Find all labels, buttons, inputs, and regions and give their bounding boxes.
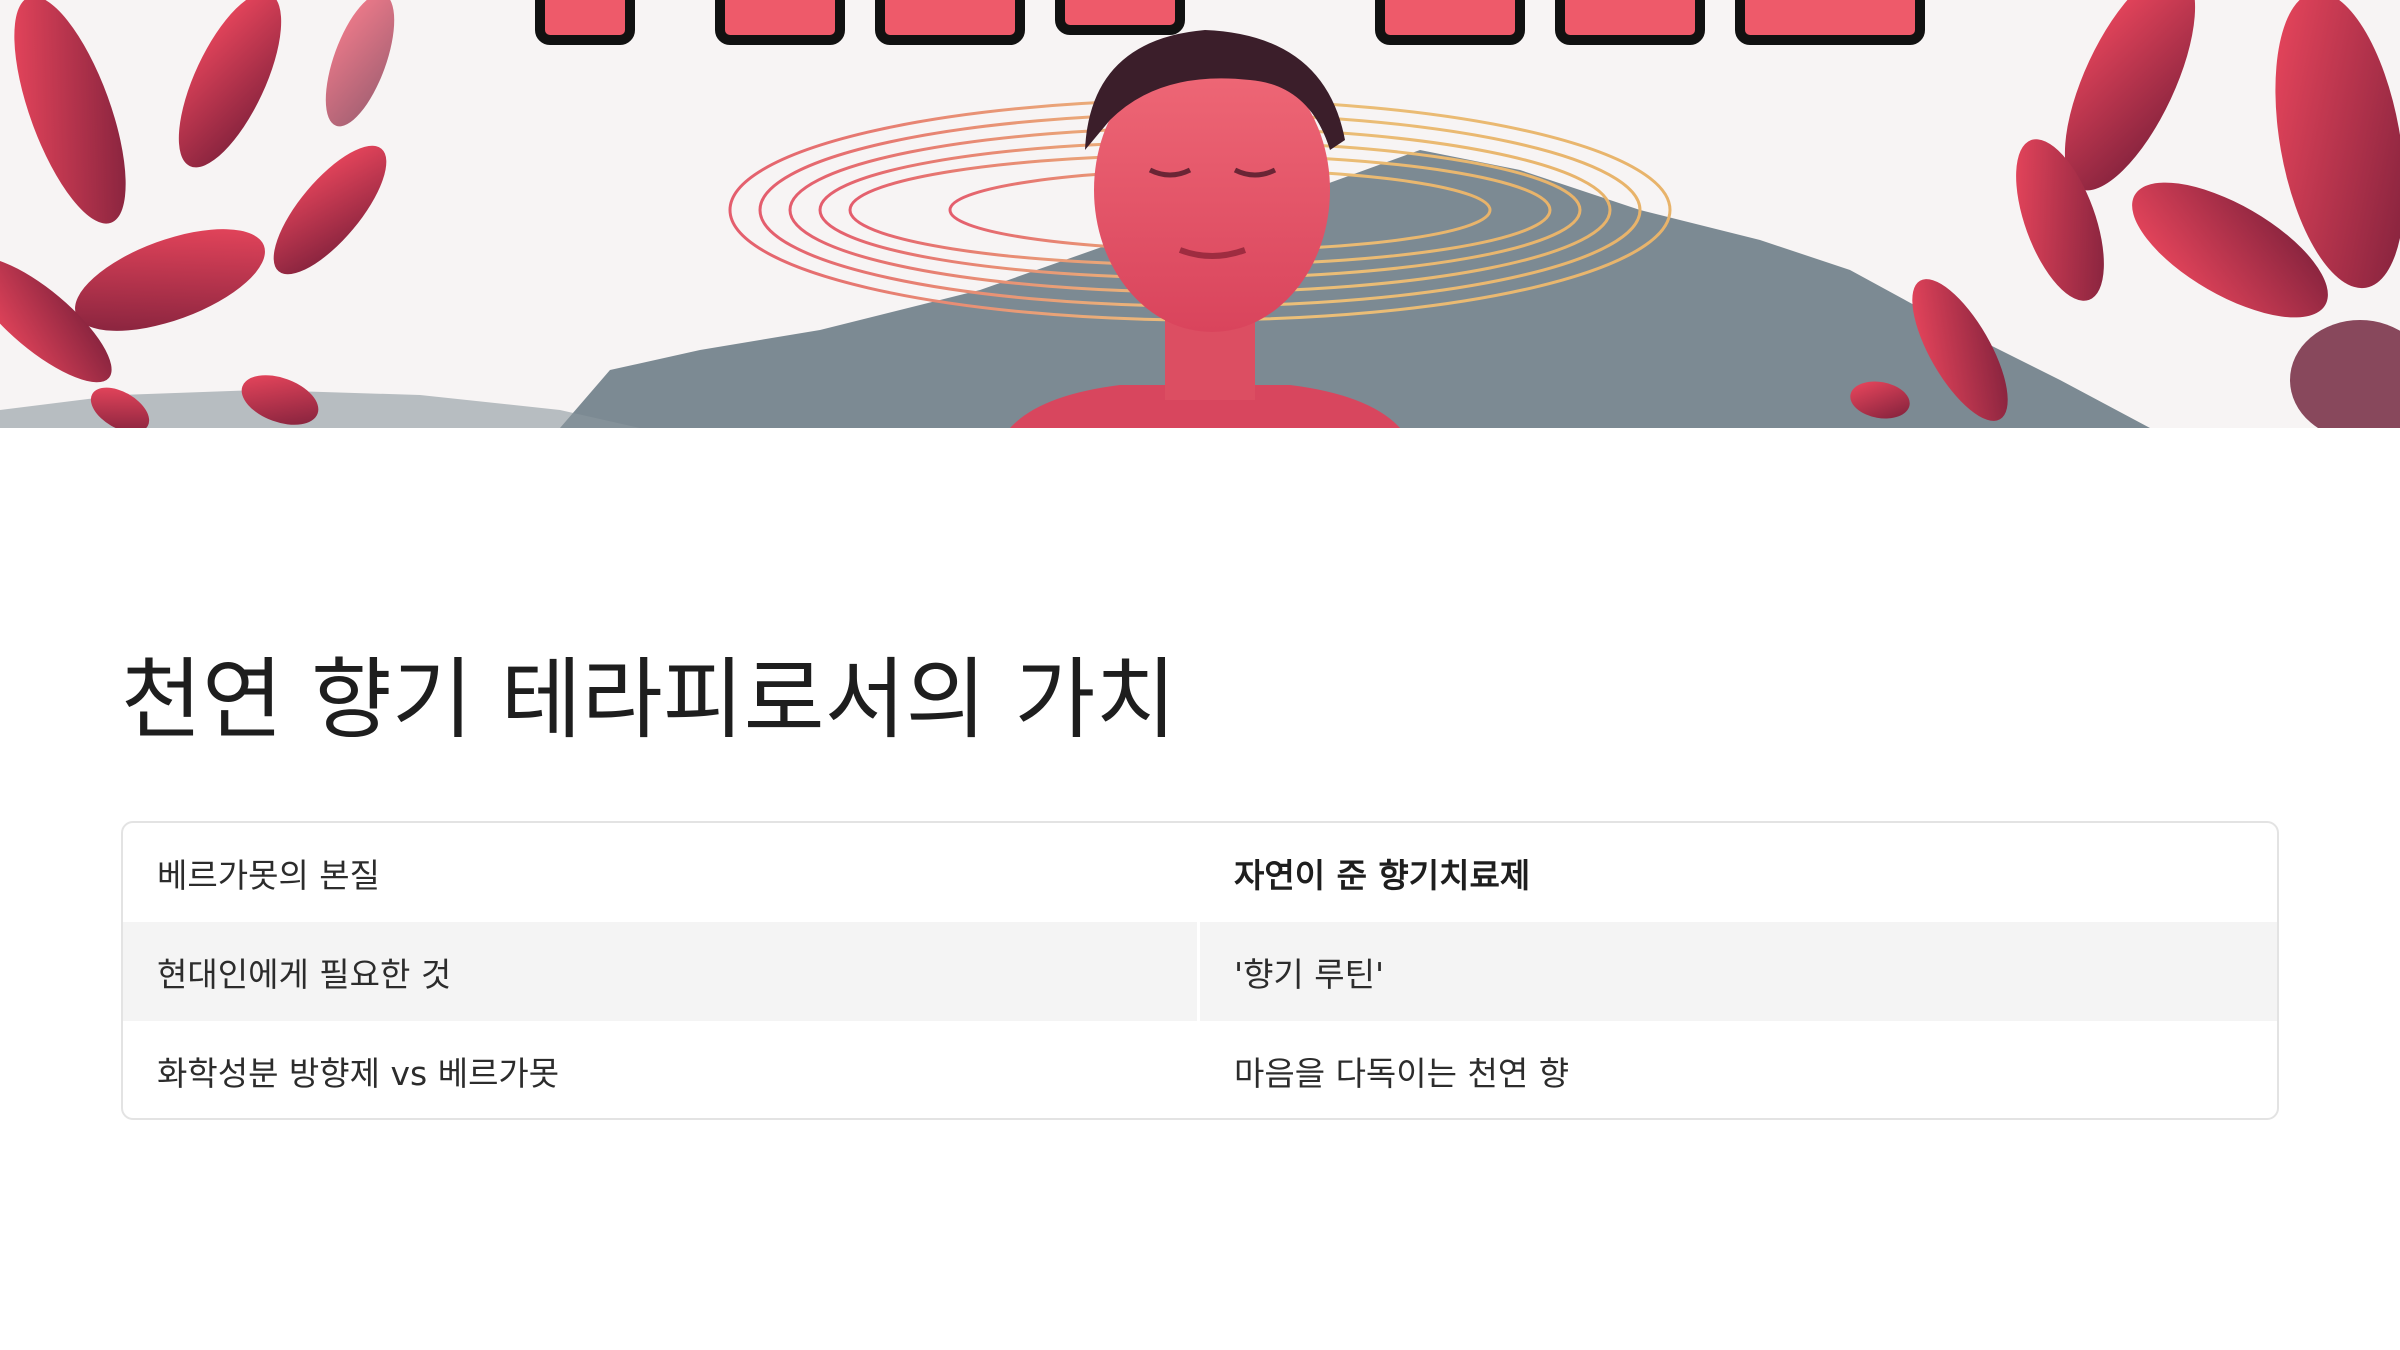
table-cell-value: 마음을 다독이는 천연 향 — [1234, 1053, 1570, 1093]
table-cell-label: 베르가못의 본질 — [157, 855, 381, 895]
comparison-table: 베르가못의 본질 자연이 준 향기치료제 현대인에게 필요한 것 '향기 루틴'… — [121, 821, 2279, 1120]
table-cell-value: '향기 루틴' — [1234, 954, 1385, 994]
table-row: 화학성분 방향제 vs 베르가못 마음을 다독이는 천연 향 — [123, 1021, 2277, 1118]
table-row: 현대인에게 필요한 것 '향기 루틴' — [123, 922, 2277, 1021]
table-cell-label: 현대인에게 필요한 것 — [123, 922, 1200, 1021]
hero-banner-image — [0, 0, 2400, 428]
hero-illustration — [0, 0, 2400, 428]
slide-page: 천연 향기 테라피로서의 가치 베르가못의 본질 자연이 준 향기치료제 현대인… — [0, 0, 2400, 1350]
table-row: 베르가못의 본질 자연이 준 향기치료제 — [123, 823, 2277, 922]
table-cell-value: 자연이 준 향기치료제 — [1234, 855, 1531, 895]
table-cell-label: 화학성분 방향제 vs 베르가못 — [157, 1053, 560, 1093]
slide-title: 천연 향기 테라피로서의 가치 — [121, 648, 1177, 751]
